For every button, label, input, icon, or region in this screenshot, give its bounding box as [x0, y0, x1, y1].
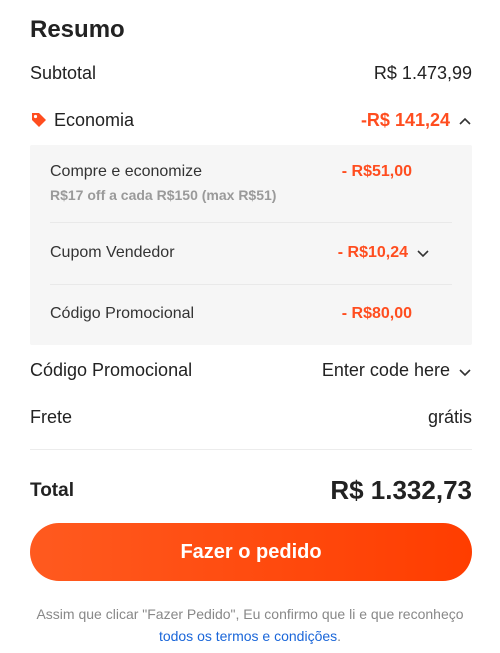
- buy-and-save-sub: R$17 off a cada R$150 (max R$51): [50, 187, 277, 203]
- promo-code-label: Código Promocional: [30, 359, 193, 380]
- subtotal-label: Subtotal: [30, 62, 97, 83]
- economy-right: -R$ 141,24: [361, 110, 472, 131]
- divider: [50, 284, 452, 285]
- economy-row[interactable]: Economia -R$ 141,24: [30, 105, 472, 135]
- seller-coupon-label: Cupom Vendedor: [50, 244, 175, 261]
- buy-and-save-label: Compre e economize: [50, 163, 203, 180]
- promo-discount-amount-text: - R$80,00: [341, 305, 412, 322]
- economy-value: -R$ 141,24: [360, 109, 450, 130]
- tag-icon: [30, 111, 48, 129]
- place-order-button[interactable]: Fazer o pedido: [30, 523, 472, 581]
- seller-coupon-amount-text: - R$10,24: [337, 244, 408, 261]
- chevron-down-icon[interactable]: [458, 363, 472, 377]
- economy-breakdown-panel: Compre e economize R$17 off a cada R$150…: [30, 145, 472, 345]
- economy-left: Economia: [30, 110, 134, 131]
- panel-item-buy-and-save: Compre e economize R$17 off a cada R$150…: [50, 163, 452, 203]
- divider: [50, 222, 452, 223]
- panel-item-promo-code: Código Promocional - R$80,00: [50, 305, 452, 323]
- shipping-label: Frete: [30, 406, 73, 427]
- promo-code-placeholder[interactable]: Enter code here: [322, 360, 450, 381]
- total-value: R$ 1.332,73: [330, 475, 472, 505]
- terms-notice: Assim que clicar "Fazer Pedido", Eu conf…: [20, 603, 480, 647]
- shipping-value: grátis: [427, 406, 472, 427]
- total-label: Total: [30, 479, 74, 501]
- terms-link[interactable]: todos os termos e condições: [159, 628, 337, 644]
- seller-coupon-amount: - R$10,24: [338, 244, 430, 262]
- promo-code-row[interactable]: Código Promocional Enter code here: [30, 355, 472, 385]
- chevron-down-icon[interactable]: [416, 246, 430, 260]
- total-row: Total R$ 1.332,73: [30, 475, 472, 506]
- panel-item-label: Compre e economize R$17 off a cada R$150…: [50, 163, 276, 203]
- buy-and-save-amount-text: - R$51,00: [341, 163, 412, 180]
- order-summary: Resumo Subtotal R$ 1.473,99 Economia -R$…: [0, 0, 500, 653]
- chevron-up-icon[interactable]: [458, 113, 472, 127]
- summary-title: Resumo: [30, 16, 125, 43]
- promo-discount-label: Código Promocional: [50, 305, 195, 322]
- divider: [30, 449, 472, 450]
- shipping-row: Frete grátis: [30, 402, 472, 432]
- economy-label: Economia: [54, 109, 135, 130]
- subtotal-value: R$ 1.473,99: [373, 62, 472, 83]
- panel-item-seller-coupon[interactable]: Cupom Vendedor - R$10,24: [50, 244, 452, 262]
- subtotal-row: Subtotal R$ 1.473,99: [30, 58, 472, 88]
- promo-discount-amount: - R$80,00: [342, 305, 412, 323]
- buy-and-save-amount: - R$51,00: [342, 163, 412, 181]
- terms-text: Assim que clicar "Fazer Pedido", Eu conf…: [36, 606, 464, 622]
- promo-code-input-trigger[interactable]: Enter code here: [322, 360, 472, 381]
- terms-text-end: .: [337, 628, 342, 644]
